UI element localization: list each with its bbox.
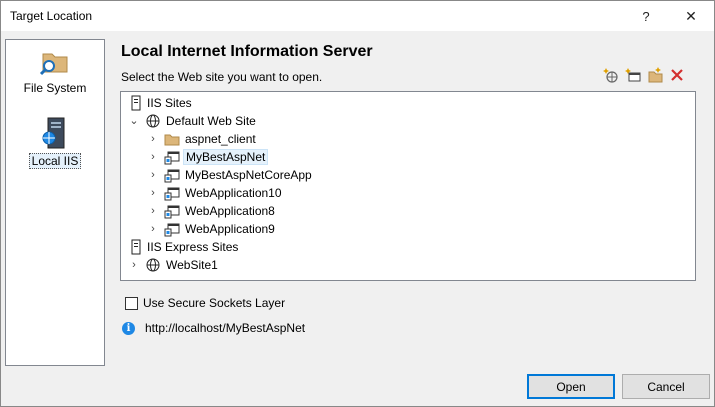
instruction-text: Select the Web site you want to open. [121, 70, 323, 84]
selected-url: i http://localhost/MyBestAspNet [122, 321, 305, 335]
tree-row-label: WebApplication8 [185, 204, 275, 218]
nav-label-file-system: File System [23, 81, 87, 95]
tree-row-mybestaspnet[interactable]: › MyBestAspNet [121, 148, 693, 166]
chevron-right-icon[interactable]: › [147, 185, 159, 201]
tree-row-label: IIS Sites [147, 96, 192, 110]
chevron-right-icon[interactable]: › [147, 203, 159, 219]
site-toolbar [602, 66, 686, 84]
tree-row-mybestaspnetcoreapp[interactable]: › MyBestAspNetCoreApp [121, 166, 693, 184]
page-title: Local Internet Information Server [121, 43, 373, 60]
delete-button[interactable] [668, 66, 686, 84]
tree-row-label: IIS Express Sites [147, 240, 239, 254]
tree-row-default-web-site[interactable]: ⌄ Default Web Site [121, 112, 693, 130]
web-app-icon [164, 187, 180, 201]
web-app-icon [164, 169, 180, 183]
server-icon [42, 117, 65, 149]
chevron-right-icon[interactable]: › [128, 257, 140, 273]
create-virtual-directory-button[interactable] [624, 66, 642, 84]
chevron-right-icon[interactable]: › [147, 221, 159, 237]
window-title: Target Location [10, 9, 93, 23]
globe-icon [146, 258, 160, 272]
create-application-button[interactable] [602, 66, 620, 84]
cancel-button[interactable]: Cancel [622, 374, 710, 399]
tree-row-webapplication10[interactable]: › WebApplication10 [121, 184, 693, 202]
close-button[interactable]: ✕ [668, 1, 714, 31]
target-location-dialog: Target Location ? ✕ File System Local II… [0, 0, 715, 407]
info-icon: i [122, 321, 135, 335]
folder-icon [164, 134, 180, 146]
chevron-right-icon[interactable]: › [147, 149, 159, 165]
ssl-checkbox-row[interactable]: Use Secure Sockets Layer [125, 296, 285, 310]
tree-row-aspnet-client[interactable]: › aspnet_client [121, 130, 693, 148]
tree-row-webapplication9[interactable]: › WebApplication9 [121, 220, 693, 238]
tree-row-webapplication8[interactable]: › WebApplication8 [121, 202, 693, 220]
tree-row-label: MyBestAspNet [183, 149, 269, 165]
create-application-icon [603, 68, 618, 83]
create-virtual-directory-icon [625, 68, 641, 82]
tree-row-label: aspnet_client [185, 132, 256, 146]
delete-icon [671, 69, 683, 81]
chevron-down-icon[interactable]: ⌄ [128, 113, 140, 129]
nav-item-local-iis[interactable]: Local IIS [6, 116, 104, 178]
chevron-right-icon[interactable]: › [147, 167, 159, 183]
title-bar: Target Location ? ✕ [1, 1, 714, 31]
web-app-icon [164, 223, 180, 237]
new-folder-icon [648, 67, 663, 83]
tree-row-label: WebApplication10 [185, 186, 282, 200]
globe-icon [146, 114, 160, 128]
selected-url-text: http://localhost/MyBestAspNet [145, 321, 306, 335]
nav-label-local-iis: Local IIS [28, 153, 82, 169]
chevron-right-icon[interactable]: › [147, 131, 159, 147]
tree-row-website1[interactable]: › WebSite1 [121, 256, 693, 274]
help-icon: ? [642, 8, 650, 24]
tree-row-label: Default Web Site [166, 114, 256, 128]
ssl-checkbox[interactable] [125, 296, 138, 310]
server-icon [131, 95, 141, 111]
site-tree[interactable]: IIS Sites ⌄ Default Web Site › aspnet_cl… [120, 91, 696, 281]
location-nav: File System Local IIS [5, 39, 105, 366]
new-folder-button[interactable] [646, 66, 664, 84]
tree-row-label: MyBestAspNetCoreApp [185, 168, 312, 182]
web-app-icon [164, 151, 180, 165]
tree-row-iis-express-sites[interactable]: IIS Express Sites [121, 238, 693, 256]
help-button[interactable]: ? [623, 1, 669, 31]
open-button[interactable]: Open [527, 374, 615, 399]
web-app-icon [164, 205, 180, 219]
ssl-label: Use Secure Sockets Layer [143, 296, 286, 310]
folder-search-icon [39, 53, 68, 76]
server-icon [131, 239, 141, 255]
close-icon: ✕ [685, 7, 697, 24]
tree-row-iis-sites[interactable]: IIS Sites [121, 94, 693, 112]
nav-item-file-system[interactable]: File System [6, 46, 104, 108]
tree-row-label: WebSite1 [166, 258, 218, 272]
tree-row-label: WebApplication9 [185, 222, 275, 236]
